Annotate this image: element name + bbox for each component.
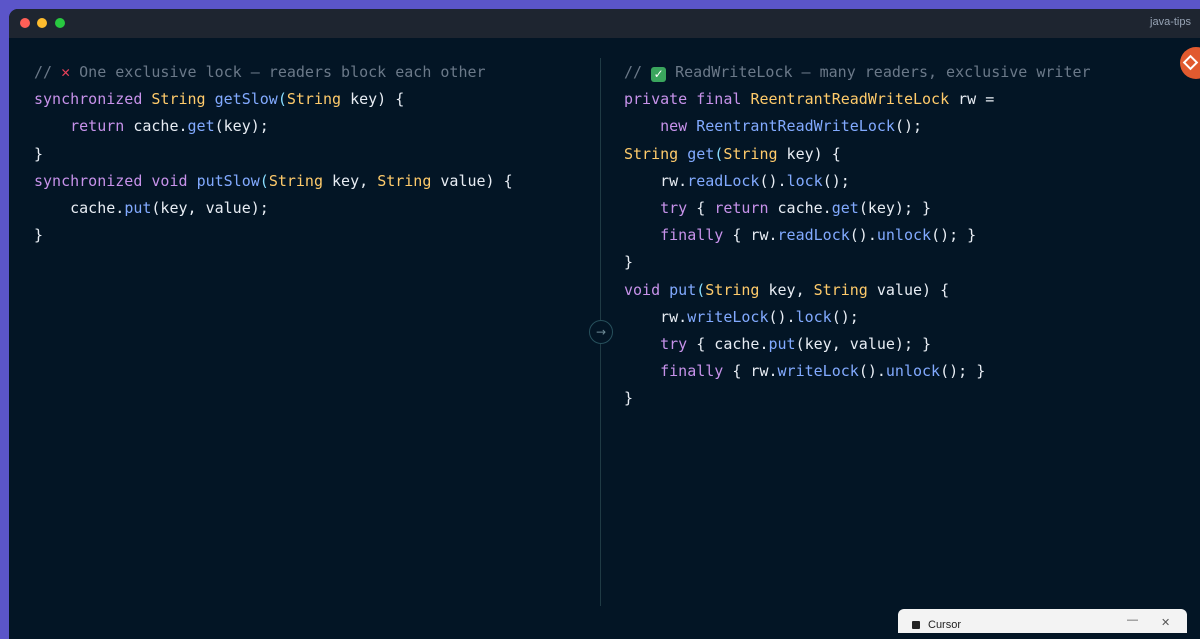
code-line: new ReentrantReadWriteLock(); (660, 117, 923, 136)
code-line: synchronized void putSlow(String key, St… (34, 171, 513, 190)
code-line: return cache.get(key); (70, 117, 269, 136)
minimize-notification-button[interactable]: — (1127, 614, 1138, 626)
code-panel-right: // ✓ ReadWriteLock — many readers, exclu… (624, 59, 1184, 412)
code-line: rw.readLock().lock(); (660, 171, 850, 190)
code-line: private final ReentrantReadWriteLock rw … (624, 90, 995, 109)
cross-mark-icon: ✕ (61, 63, 71, 81)
check-mark-icon: ✓ (651, 67, 667, 82)
cursor-app-icon (912, 621, 920, 629)
code-line: synchronized String getSlow(String key) … (34, 90, 405, 109)
notification-title: Cursor (928, 619, 962, 631)
code-line: } (34, 226, 44, 245)
close-notification-button[interactable]: ✕ (1161, 616, 1170, 629)
code-line: rw.writeLock().lock(); (660, 307, 859, 326)
code-line: void put(String key, String value) { (624, 280, 950, 299)
code-comment: // ✕ One exclusive lock — readers block … (34, 63, 486, 81)
diamond-icon (1182, 54, 1199, 71)
code-line: try { return cache.get(key); } (660, 198, 932, 217)
code-window: java-tips // ✕ One exclusive lock — read… (9, 9, 1200, 639)
code-panel-left: // ✕ One exclusive lock — readers block … (34, 59, 594, 249)
code-line: finally { rw.writeLock().unlock(); } (660, 362, 986, 381)
code-line: } (624, 389, 634, 408)
code-line: } (624, 253, 634, 272)
title-bar: java-tips (9, 9, 1200, 38)
compare-arrow-button[interactable]: → (589, 320, 613, 344)
code-line: try { cache.put(key, value); } (660, 334, 932, 353)
code-line: finally { rw.readLock().unlock(); } (660, 226, 977, 245)
window-title: java-tips (1150, 16, 1191, 28)
code-line: } (34, 144, 44, 163)
minimize-window-button[interactable] (37, 18, 47, 28)
code-line: cache.put(key, value); (70, 198, 269, 217)
close-window-button[interactable] (20, 18, 30, 28)
maximize-window-button[interactable] (55, 18, 65, 28)
code-comment: // ✓ ReadWriteLock — many readers, exclu… (624, 63, 1091, 82)
code-line: String get(String key) { (624, 144, 841, 163)
cursor-notification[interactable]: Cursor — ✕ (898, 609, 1187, 633)
arrow-right-icon: → (595, 325, 607, 339)
